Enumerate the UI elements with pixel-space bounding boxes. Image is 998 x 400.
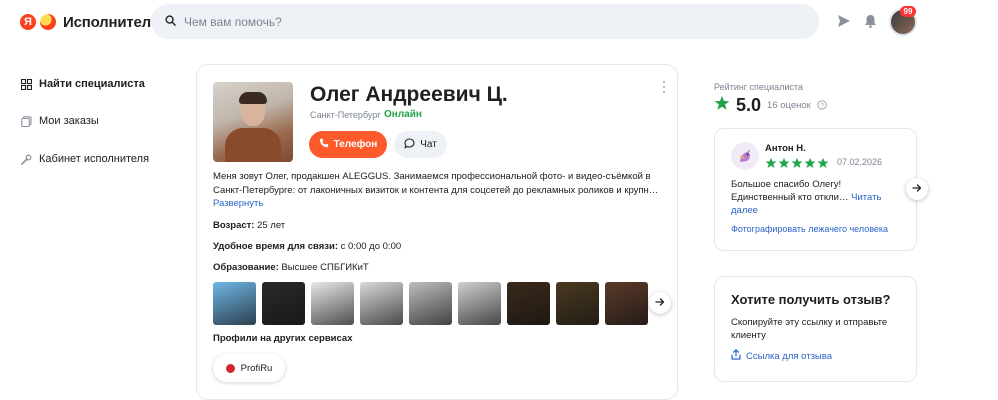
svg-text:?: ? (820, 102, 824, 109)
chat-button-label: Чат (420, 139, 437, 150)
review-link[interactable]: Ссылка для отзыва (731, 349, 832, 363)
search-bar[interactable] (151, 4, 819, 39)
phone-icon (319, 138, 329, 151)
share-icon (731, 349, 741, 363)
star-icon (778, 156, 790, 174)
portfolio-thumbnail[interactable] (458, 282, 501, 325)
portfolio-gallery (213, 282, 648, 325)
about-text: Меня зовут Олег, продакшен ALEGGUS. Зани… (213, 170, 663, 211)
expand-link[interactable]: Развернуть (213, 198, 263, 209)
review-link-label: Ссылка для отзыва (746, 350, 832, 362)
arrow-right-icon (912, 180, 922, 198)
search-icon (165, 13, 176, 31)
education-value: Высшее СПБГИКиТ (281, 262, 369, 273)
portfolio-thumbnail[interactable] (605, 282, 648, 325)
contact-time-label: Удобное время для связи: (213, 241, 339, 252)
rating-count: 16 оценок (767, 100, 811, 111)
star-icon (714, 95, 730, 116)
education-row: Образование: Высшее СПБГИКиТ (213, 262, 369, 273)
review-stars (765, 156, 829, 174)
separator-dot: · (377, 108, 381, 119)
star-icon (765, 156, 777, 174)
contact-time-value: с 0:00 до 0:00 (340, 241, 402, 252)
gallery-next-button[interactable] (649, 292, 671, 314)
education-label: Образование: (213, 262, 279, 273)
reviewer-name: Антон Н. (765, 143, 806, 154)
contact-time-row: Удобное время для связи: с 0:00 до 0:00 (213, 241, 401, 252)
portfolio-thumbnail[interactable] (262, 282, 305, 325)
grid-icon (21, 78, 32, 90)
portfolio-thumbnail[interactable] (213, 282, 256, 325)
phone-button-label: Телефон (333, 139, 378, 150)
chat-button[interactable]: Чат (394, 131, 447, 158)
specialist-city: Санкт-Петербург (310, 110, 381, 120)
portfolio-thumbnail[interactable] (409, 282, 452, 325)
online-status: Онлайн (384, 109, 422, 120)
send-icon[interactable] (836, 13, 852, 29)
portfolio-thumbnail[interactable] (360, 282, 403, 325)
age-row: Возраст: 25 лет (213, 220, 285, 231)
sidebar-item-label: Найти специалиста (39, 78, 145, 90)
review-body: Большое спасибо Олегу! Единственный кто … (731, 179, 849, 203)
chat-icon (404, 137, 415, 152)
rating-value: 5.0 (736, 95, 762, 115)
about-body: Меня зовут Олег, продакшен ALEGGUS. Зани… (213, 171, 659, 196)
sidebar-item-label: Кабинет исполнителя (39, 153, 150, 165)
logo[interactable]: Я Исполнители (20, 10, 160, 34)
age-value: 25 лет (257, 220, 286, 231)
notification-badge: 99 (900, 6, 916, 17)
profiru-icon (225, 363, 235, 373)
review-text: Большое спасибо Олегу! Единственный кто … (731, 178, 903, 217)
sidebar-item-my-orders[interactable]: Мои заказы (21, 115, 99, 127)
info-icon[interactable]: ? (817, 97, 827, 115)
bell-icon[interactable] (862, 13, 878, 29)
review-service-link[interactable]: Фотографировать лежачего человека (731, 224, 888, 234)
review-date: 07.02.2026 (837, 157, 883, 167)
orders-icon (21, 115, 32, 127)
sidebar-item-label: Мои заказы (39, 115, 99, 127)
age-label: Возраст: (213, 220, 255, 231)
rating-summary: 5.0 16 оценок ? (714, 95, 827, 116)
arrow-right-icon (655, 294, 665, 312)
star-icon (817, 156, 829, 174)
other-profiles-heading: Профили на других сервисах (213, 333, 353, 344)
wrench-icon (21, 153, 32, 165)
reviewer-avatar (731, 142, 759, 170)
sidebar-item-find-specialist[interactable]: Найти специалиста (21, 78, 145, 90)
sidebar-item-performer-cabinet[interactable]: Кабинет исполнителя (21, 153, 149, 165)
logo-ball-icon (40, 14, 56, 30)
logo-text: Исполнители (63, 13, 161, 31)
star-icon (791, 156, 803, 174)
yandex-logo-icon: Я (20, 14, 36, 30)
portfolio-thumbnail[interactable] (556, 282, 599, 325)
profiru-label: ProfiRu (240, 362, 273, 374)
portfolio-thumbnail[interactable] (311, 282, 354, 325)
phone-button[interactable]: Телефон (309, 131, 387, 158)
profiru-chip[interactable]: ProfiRu (213, 354, 285, 382)
search-input[interactable] (184, 14, 784, 29)
portfolio-thumbnail[interactable] (507, 282, 550, 325)
specialist-photo[interactable] (213, 82, 293, 162)
star-icon (804, 156, 816, 174)
get-review-subtitle: Скопируйте эту ссылку и отправьте клиент… (731, 317, 888, 341)
get-review-title: Хотите получить отзыв? (731, 292, 891, 307)
rating-label: Рейтинг специалиста (714, 82, 803, 92)
specialist-name: Олег Андреевич Ц. (310, 83, 508, 106)
more-options-icon[interactable] (661, 81, 667, 93)
reviews-next-button[interactable] (906, 178, 928, 200)
